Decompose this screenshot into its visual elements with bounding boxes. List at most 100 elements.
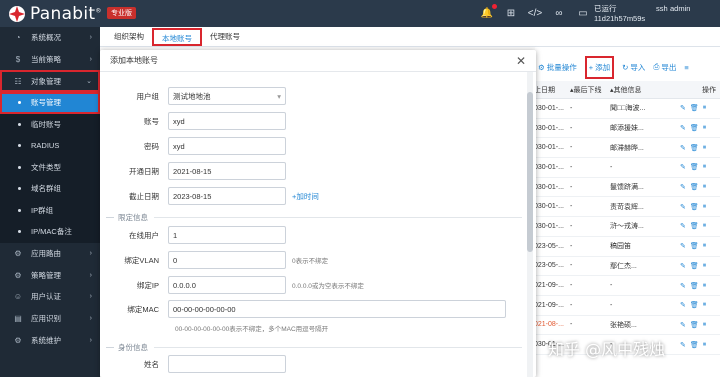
edit-icon[interactable]: ✎ (680, 341, 686, 349)
sidebar-item-maintenance[interactable]: ⚙ 系统维护 › (0, 329, 100, 351)
edit-icon[interactable]: ✎ (680, 144, 686, 152)
delete-icon[interactable]: 🗑 (690, 104, 699, 112)
group-select[interactable]: 测试地地池 ▾ (168, 87, 286, 105)
pause-icon[interactable]: ⏸ (703, 144, 707, 152)
user-menu[interactable]: ssh admin (652, 4, 690, 14)
link-icon[interactable]: ∞ (552, 6, 566, 20)
pause-icon[interactable]: ⏸ (703, 163, 707, 171)
table-row[interactable]: 021-09-... - - ✎ 🗑 ⏸ (530, 276, 720, 296)
add-button[interactable]: + 添加 (584, 55, 615, 79)
pause-icon[interactable]: ⏸ (703, 321, 707, 329)
delete-icon[interactable]: 🗑 (690, 341, 699, 349)
delete-icon[interactable]: 🗑 (690, 144, 699, 152)
delete-icon[interactable]: 🗑 (690, 222, 699, 230)
pause-icon[interactable]: ⏸ (703, 262, 707, 270)
edit-icon[interactable]: ✎ (680, 203, 686, 211)
sidebar-item-overview[interactable]: ◔ 系统概况 › (0, 27, 100, 49)
sidebar-sub-temp-accounts[interactable]: 临时账号 (0, 113, 100, 136)
table-row[interactable]: 023-05-... - 鄢仁杰... ✎ 🗑 ⏸ (530, 257, 720, 277)
export-button[interactable]: ⎙ 导出 (653, 62, 676, 73)
pause-icon[interactable]: ⏸ (703, 183, 707, 191)
pause-icon[interactable]: ⏸ (703, 222, 707, 230)
batch-button[interactable]: ⚙ 批量操作 (538, 62, 577, 73)
sidebar-sub-accounts[interactable]: 账号管理 (0, 92, 100, 114)
col-expire-date[interactable]: 止日期 (530, 85, 570, 95)
import-button[interactable]: ↻ 导入 (622, 62, 645, 73)
password-input[interactable]: xyd (168, 137, 286, 155)
table-row[interactable]: 021-09-... - - ✎ 🗑 ⏸ (530, 296, 720, 316)
sidebar-sub-ip-groups[interactable]: IP群组 (0, 199, 100, 222)
pause-icon[interactable]: ⏸ (703, 341, 707, 349)
sidebar-sub-radius[interactable]: RADIUS (0, 135, 100, 157)
sidebar-sub-ip-mac-notes[interactable]: IP/MAC备注 (0, 221, 100, 243)
scrollbar-thumb[interactable] (527, 92, 533, 252)
sidebar-sub-file-types[interactable]: 文件类型 (0, 156, 100, 179)
delete-icon[interactable]: 🗑 (690, 301, 699, 309)
edit-icon[interactable]: ✎ (680, 124, 686, 132)
vlan-label: 绑定VLAN (124, 255, 159, 265)
pause-icon[interactable]: ⏸ (703, 282, 707, 290)
pause-icon[interactable]: ⏸ (703, 124, 707, 132)
table-row[interactable]: 030-01-... - - ✎ 🗑 ⏸ (530, 158, 720, 178)
delete-icon[interactable]: 🗑 (690, 262, 699, 270)
online-input[interactable]: 1 (168, 226, 286, 244)
sidebar-item-policy-mgmt[interactable]: ⚙ 策略管理 › (0, 264, 100, 286)
tab-local-accounts[interactable]: 本地账号 (152, 28, 202, 46)
name-input[interactable] (168, 355, 286, 373)
edit-icon[interactable]: ✎ (680, 183, 686, 191)
open-date-input[interactable]: 2021-08-15 (168, 162, 286, 180)
sidebar-item-user-auth[interactable]: ☺ 用户认证 › (0, 286, 100, 308)
table-row[interactable]: 030-01-... - 邮添援妹... ✎ 🗑 ⏸ (530, 119, 720, 139)
table-row[interactable]: 030-01-... - 邮滞赫晔... ✎ 🗑 ⏸ (530, 138, 720, 159)
close-icon[interactable]: ✕ (516, 54, 526, 68)
col-other-info[interactable]: ▴其他信息 (610, 85, 680, 95)
filter-icon[interactable]: ≡ (684, 63, 688, 72)
delete-icon[interactable]: 🗑 (690, 203, 699, 211)
sidebar-item-policy[interactable]: $ 当前策略 › (0, 49, 100, 71)
tab-org[interactable]: 组织架构 (106, 28, 152, 46)
table-row[interactable]: 030-01-... - 责苛袁辉... ✎ 🗑 ⏸ (530, 197, 720, 218)
edit-icon[interactable]: ✎ (680, 321, 686, 329)
delete-icon[interactable]: 🗑 (690, 321, 699, 329)
edit-icon[interactable]: ✎ (680, 262, 686, 270)
edit-icon[interactable]: ✎ (680, 163, 686, 171)
modal-scrollbar[interactable] (527, 72, 533, 377)
tab-proxy-accounts[interactable]: 代理账号 (202, 28, 248, 46)
bell-icon[interactable]: 🔔 (480, 4, 497, 20)
delete-icon[interactable]: 🗑 (690, 124, 699, 132)
code-icon[interactable]: </> (528, 6, 542, 20)
add-time-link[interactable]: +加时间 (292, 191, 319, 202)
pause-icon[interactable]: ⏸ (703, 104, 707, 112)
pause-icon[interactable]: ⏸ (703, 301, 707, 309)
table-row[interactable]: 023-05-... - 稿园笛 ✎ 🗑 ⏸ (530, 237, 720, 257)
delete-icon[interactable]: 🗑 (690, 282, 699, 290)
expire-date-input[interactable]: 2023-08-15 (168, 187, 286, 205)
delete-icon[interactable]: 🗑 (690, 163, 699, 171)
table-row[interactable]: 030-01-... - 鬣馈跻满... ✎ 🗑 ⏸ (530, 178, 720, 198)
table-row[interactable]: 030-01-... - 聞□□海波... ✎ 🗑 ⏸ (530, 99, 720, 119)
pause-icon[interactable]: ⏸ (703, 203, 707, 211)
sidebar-item-app-identify[interactable]: ▤ 应用识别 › (0, 308, 100, 330)
delete-icon[interactable]: 🗑 (690, 242, 699, 250)
logo[interactable]: Panabit® (8, 4, 102, 24)
table-row[interactable]: 030-01-... - 浒〜戎涛... ✎ 🗑 ⏸ (530, 217, 720, 237)
sidebar-item-app-routing[interactable]: ⚙ 应用路由 › (0, 243, 100, 265)
pause-icon[interactable]: ⏸ (703, 242, 707, 250)
ip-input[interactable]: 0.0.0.0 (168, 276, 286, 294)
edit-icon[interactable]: ✎ (680, 282, 686, 290)
monitor-icon[interactable]: ▭ (576, 6, 590, 20)
chevron-right-icon: › (89, 34, 92, 42)
edit-icon[interactable]: ✎ (680, 242, 686, 250)
grid-icon[interactable]: ⊞ (504, 6, 518, 20)
account-input[interactable]: xyd (168, 112, 286, 130)
sidebar-sub-domain-groups[interactable]: 域名群组 (0, 178, 100, 200)
edit-icon[interactable]: ✎ (680, 222, 686, 230)
vlan-input[interactable]: 0 (168, 251, 286, 269)
edit-icon[interactable]: ✎ (680, 301, 686, 309)
mac-input[interactable]: 00-00-00-00-00-00 (168, 300, 506, 318)
delete-icon[interactable]: 🗑 (690, 183, 699, 191)
sidebar-item-objects[interactable]: ☷ 对象管理 ⌄ (0, 70, 100, 93)
table-row[interactable]: 021-08-... - 张艳硕... ✎ 🗑 ⏸ (530, 316, 720, 336)
edit-icon[interactable]: ✎ (680, 104, 686, 112)
col-last-offline[interactable]: ▴最后下线 (570, 85, 610, 95)
